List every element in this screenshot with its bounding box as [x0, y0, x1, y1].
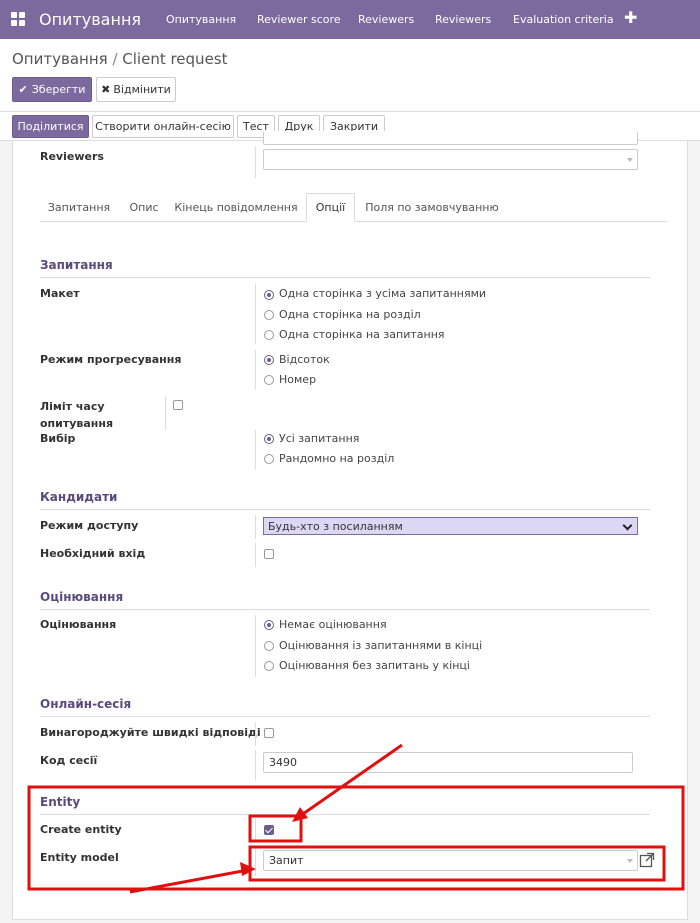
- selection-radio-random[interactable]: [264, 454, 274, 464]
- tab-options[interactable]: Опції: [306, 193, 355, 222]
- field-separator: [255, 846, 256, 876]
- scoring-option-none: Немає оцінювання: [279, 618, 387, 631]
- field-separator: [255, 146, 256, 178]
- menu-item-surveys[interactable]: Опитування: [166, 13, 236, 26]
- section-entity-title: Entity: [40, 795, 650, 815]
- session-code-input[interactable]: 3490: [263, 752, 633, 773]
- section-questions-title: Запитання: [40, 258, 650, 278]
- layout-radio-section[interactable]: [264, 310, 274, 320]
- create-entity-label: Create entity: [40, 823, 122, 836]
- reviewers-field[interactable]: [263, 149, 638, 170]
- tab-bar: Запитання Опис Кінець повідомлення Опції…: [40, 193, 667, 222]
- section-session-title: Онлайн-сесія: [40, 697, 650, 717]
- tab-questions[interactable]: Запитання: [40, 193, 118, 222]
- create-session-button[interactable]: Створити онлайн-сесію: [92, 115, 234, 138]
- menu-item-evaluation-criteria[interactable]: Evaluation criteria: [513, 13, 614, 26]
- selection-option-all: Усі запитання: [279, 432, 360, 445]
- field-separator: [255, 750, 256, 780]
- session-code-value: 3490: [269, 756, 297, 769]
- check-icon: ✔: [18, 83, 28, 96]
- section-scoring-title: Оцінювання: [40, 590, 650, 610]
- progress-radio-percent[interactable]: [264, 355, 274, 365]
- partial-field[interactable]: [263, 131, 638, 145]
- section-candidates-title: Кандидати: [40, 490, 650, 510]
- reward-fast-label: Винагороджуйте швидкі відповіді: [40, 726, 261, 739]
- create-entity-checkbox[interactable]: [264, 825, 274, 835]
- field-separator: [255, 515, 256, 539]
- chevron-down-icon: [627, 158, 633, 162]
- chevron-down-icon: [627, 859, 633, 863]
- layout-radio-all[interactable]: [264, 290, 274, 300]
- time-limit-checkbox[interactable]: [173, 400, 183, 410]
- field-separator: [165, 396, 166, 430]
- close-icon: ✖: [101, 83, 111, 96]
- progress-option-number: Номер: [279, 373, 317, 386]
- chevron-down-icon: [622, 520, 633, 531]
- selection-label: Вибір: [40, 432, 76, 445]
- save-button-label: Зберегти: [31, 83, 86, 96]
- entity-model-value: Запит: [269, 854, 304, 867]
- app-title[interactable]: Опитування: [39, 10, 141, 29]
- menu-item-reviewer-score[interactable]: Reviewer score: [257, 13, 341, 26]
- field-separator: [255, 430, 256, 470]
- progress-radio-number[interactable]: [264, 375, 274, 385]
- external-link-icon[interactable]: [639, 852, 655, 868]
- breadcrumb-separator: /: [112, 50, 118, 68]
- field-separator: [255, 615, 256, 677]
- entity-model-label: Entity model: [40, 851, 119, 864]
- scoring-radio-with-answers[interactable]: [264, 641, 274, 651]
- time-limit-label: Ліміт часу опитування: [40, 400, 114, 430]
- share-button[interactable]: Поділитися: [12, 115, 89, 138]
- session-code-label: Код сесії: [40, 754, 98, 767]
- divider: [0, 111, 700, 112]
- discard-button-label: Відмінити: [113, 83, 171, 96]
- discard-button[interactable]: ✖ Відмінити: [96, 77, 176, 102]
- layout-label: Макет: [40, 287, 80, 300]
- access-mode-select[interactable]: Будь-хто з посиланням: [263, 517, 638, 535]
- field-separator: [255, 722, 256, 746]
- top-navbar: Опитування Опитування Reviewer score Rev…: [0, 0, 700, 39]
- scoring-radio-without-answers[interactable]: [264, 661, 274, 671]
- reviewers-label: Reviewers: [40, 150, 104, 163]
- menu-item-reviewers[interactable]: Reviewers: [358, 13, 414, 26]
- layout-option-all: Одна сторінка з усіма запитаннями: [279, 287, 487, 300]
- login-required-checkbox[interactable]: [264, 549, 274, 559]
- progress-mode-label: Режим прогресування: [40, 353, 182, 366]
- scoring-label: Оцінювання: [40, 618, 117, 631]
- login-required-label: Необхідний вхід: [40, 547, 146, 560]
- save-button[interactable]: ✔ Зберегти: [12, 77, 92, 102]
- tab-end-message[interactable]: Кінець повідомлення: [170, 193, 302, 222]
- field-separator: [255, 284, 256, 344]
- breadcrumb: Опитування / Client request: [12, 50, 228, 68]
- entity-model-field[interactable]: Запит: [263, 850, 638, 871]
- field-separator: [255, 350, 256, 390]
- selection-option-random: Рандомно на розділ: [279, 452, 395, 465]
- field-separator: [255, 543, 256, 567]
- field-separator: [255, 818, 256, 842]
- scoring-radio-none[interactable]: [264, 620, 274, 630]
- breadcrumb-current: Client request: [122, 50, 228, 68]
- access-mode-value: Будь-хто з посиланням: [268, 520, 403, 533]
- layout-option-question: Одна сторінка на запитання: [279, 328, 445, 341]
- layout-option-section: Одна сторінка на розділ: [279, 308, 421, 321]
- selection-radio-all[interactable]: [264, 434, 274, 444]
- breadcrumb-parent[interactable]: Опитування: [12, 50, 108, 68]
- menu-item-reviewers-2[interactable]: Reviewers: [435, 13, 491, 26]
- apps-grid-icon[interactable]: [11, 12, 25, 26]
- tab-default-fields[interactable]: Поля по замовчуванню: [357, 193, 507, 222]
- access-mode-label: Режим доступу: [40, 519, 139, 532]
- scoring-option-without-answers: Оцінювання без запитань у кінці: [279, 659, 470, 672]
- tab-description[interactable]: Опис: [120, 193, 168, 222]
- progress-option-percent: Відсоток: [279, 353, 330, 366]
- scoring-option-with-answers: Оцінювання із запитаннями в кінці: [279, 639, 483, 652]
- layout-radio-question[interactable]: [264, 330, 274, 340]
- reward-fast-checkbox[interactable]: [264, 728, 274, 738]
- plus-icon[interactable]: ✚: [624, 8, 637, 27]
